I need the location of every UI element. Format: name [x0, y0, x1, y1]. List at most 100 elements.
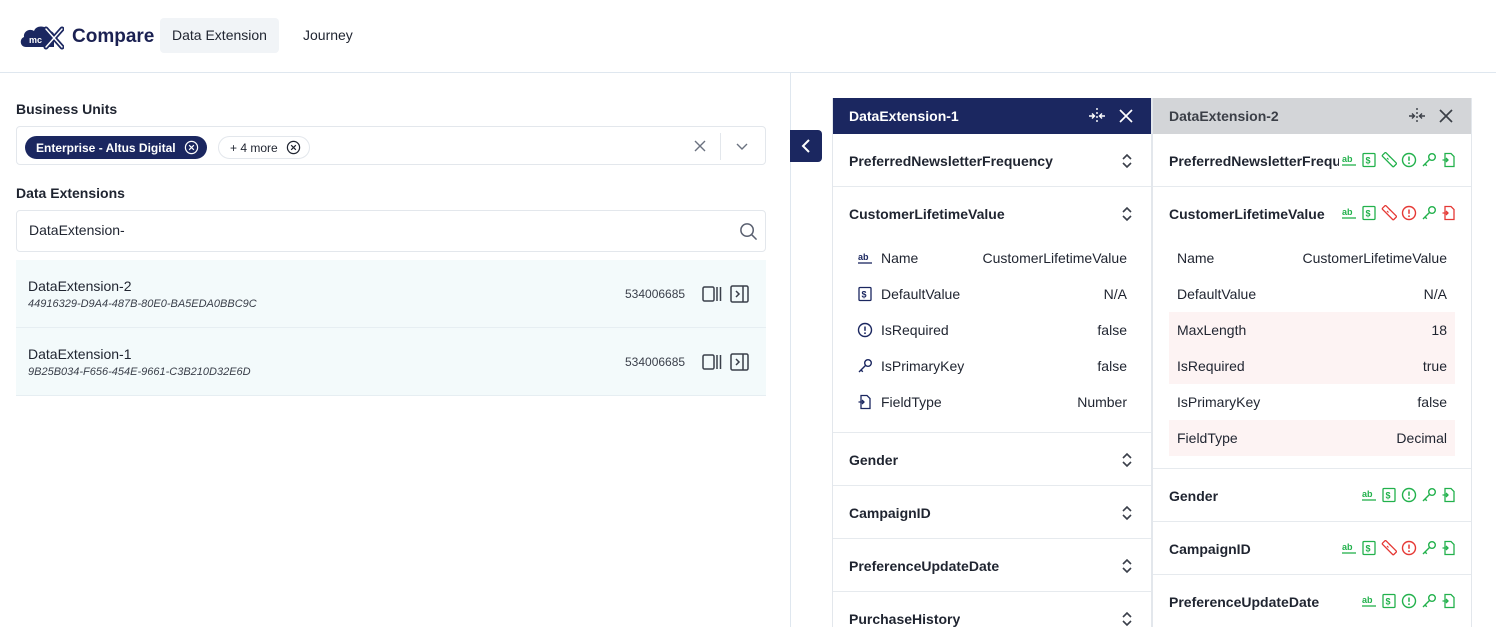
property-label: Name — [881, 250, 919, 266]
collapse-toggle-icon[interactable] — [1121, 206, 1133, 222]
property-value: 18 — [1431, 322, 1447, 338]
tab-journey[interactable]: Journey — [291, 18, 365, 53]
list-item[interactable]: DataExtension-1 9B25B034-F656-454E-9661-… — [16, 328, 766, 396]
field-name: PreferredNewsletterFrequency — [849, 153, 1053, 169]
expand-toggle-icon[interactable] — [1121, 153, 1133, 169]
close-icon[interactable] — [1118, 108, 1134, 124]
record-count: 534006685 — [625, 287, 686, 301]
expand-toggle-icon[interactable] — [1121, 611, 1133, 627]
compare-panel-left: DataExtension-1 PreferredNewsletterFrequ… — [832, 98, 1152, 627]
select-separator — [720, 133, 721, 160]
default-match-icon — [1361, 205, 1377, 221]
status-icons — [1341, 205, 1457, 221]
more-units-chip: + 4 more — [218, 136, 310, 159]
property-label: FieldType — [881, 394, 942, 410]
property-value: CustomerLifetimeValue — [1302, 250, 1447, 266]
type-match-icon — [1441, 152, 1457, 168]
open-panel-icon[interactable] — [730, 353, 750, 371]
collapse-all-icon[interactable] — [1088, 108, 1106, 124]
close-icon[interactable] — [1438, 108, 1454, 124]
panel-header: DataExtension-1 — [833, 98, 1151, 134]
search-input[interactable] — [29, 222, 709, 238]
property-value: N/A — [1423, 286, 1447, 302]
name-match-icon — [1341, 540, 1357, 556]
length-diff-icon — [1381, 540, 1397, 556]
field-row[interactable]: PreferenceUpdateDate — [833, 539, 1151, 592]
field-expanded: CustomerLifetimeValue Name CustomerLifet… — [833, 187, 1151, 433]
required-match-icon — [1401, 152, 1417, 168]
default-match-icon — [1361, 152, 1377, 168]
key-match-icon — [1421, 593, 1437, 609]
list-item[interactable]: DataExtension-2 44916329-D9A4-487B-80E0-… — [16, 260, 766, 328]
property-label: IsRequired — [881, 322, 949, 338]
expand-toggle-icon[interactable] — [1121, 505, 1133, 521]
field-row[interactable]: CampaignID — [833, 486, 1151, 539]
name-match-icon — [1361, 593, 1377, 609]
data-extension-list: DataExtension-2 44916329-D9A4-487B-80E0-… — [16, 260, 766, 396]
name-match-icon — [1361, 487, 1377, 503]
remove-chip-icon[interactable] — [184, 140, 199, 155]
property-value: false — [1097, 358, 1127, 374]
property-value: CustomerLifetimeValue — [982, 250, 1127, 266]
default-match-icon — [1361, 540, 1377, 556]
text-type-icon — [857, 250, 873, 266]
tab-data-extension[interactable]: Data Extension — [160, 18, 279, 53]
type-diff-icon — [1441, 205, 1457, 221]
field-row[interactable]: CampaignID — [1153, 522, 1471, 575]
app-header: mc Compare Data Extension Journey — [0, 0, 1496, 73]
property-label: DefaultValue — [1177, 286, 1257, 302]
business-units-select[interactable]: Enterprise - Altus Digital + 4 more — [16, 126, 766, 165]
expand-toggle-icon[interactable] — [1121, 452, 1133, 468]
search-box — [16, 210, 766, 252]
search-icon[interactable] — [739, 222, 758, 241]
clear-selection-icon[interactable] — [693, 139, 707, 153]
field-type-icon — [857, 394, 873, 410]
open-panel-icon[interactable] — [730, 285, 750, 303]
svg-text:mc: mc — [29, 35, 42, 45]
business-unit-chip-label: Enterprise - Altus Digital — [36, 140, 176, 155]
property-row-diff: IsRequired true — [1169, 348, 1455, 384]
required-match-icon — [1401, 487, 1417, 503]
more-units-label: + 4 more — [230, 140, 278, 155]
field-row[interactable]: PreferredNewsletterFrequency — [1153, 134, 1471, 187]
data-extension-id: 9B25B034-F656-454E-9661-C3B210D32E6D — [28, 366, 251, 378]
field-name: Gender — [1169, 488, 1219, 504]
expand-toggle-icon[interactable] — [1121, 558, 1133, 574]
field-name[interactable]: CustomerLifetimeValue — [849, 187, 1109, 240]
data-extensions-label: Data Extensions — [16, 185, 125, 201]
collapse-all-icon[interactable] — [1408, 108, 1426, 124]
field-name: CampaignID — [849, 505, 931, 521]
data-extension-name: DataExtension-2 — [28, 278, 132, 294]
remove-chip-icon[interactable] — [286, 140, 301, 155]
panel-header: DataExtension-2 — [1153, 98, 1471, 134]
field-row[interactable]: Gender — [1153, 469, 1471, 522]
property-label: IsPrimaryKey — [1177, 394, 1261, 410]
default-match-icon — [1381, 487, 1397, 503]
data-extension-name: DataExtension-1 — [28, 346, 132, 362]
property-row: IsPrimaryKey false — [1169, 384, 1455, 420]
compare-view-icon[interactable] — [702, 353, 722, 371]
collapse-panel-button[interactable] — [790, 130, 822, 162]
property-value: false — [1097, 322, 1127, 338]
field-name[interactable]: CustomerLifetimeValue — [1169, 187, 1339, 240]
field-name: PreferredNewsletterFrequency — [1169, 153, 1339, 169]
record-count: 534006685 — [625, 355, 686, 369]
chevron-down-icon[interactable] — [735, 139, 749, 153]
property-value: N/A — [1103, 286, 1127, 302]
property-row: Name CustomerLifetimeValue — [1169, 240, 1455, 276]
field-row[interactable]: PreferenceUpdateDate — [1153, 575, 1471, 627]
type-match-icon — [1441, 540, 1457, 556]
app-title: Compare — [72, 26, 155, 47]
business-unit-chip: Enterprise - Altus Digital — [25, 136, 207, 159]
status-icons — [1341, 540, 1457, 556]
data-extension-id: 44916329-D9A4-487B-80E0-BA5EDA0BBC9C — [28, 298, 257, 310]
default-value-icon — [857, 286, 873, 302]
compare-view-icon[interactable] — [702, 285, 722, 303]
property-row: IsPrimaryKey false — [833, 348, 1151, 384]
status-icons — [1341, 152, 1457, 168]
type-match-icon — [1441, 487, 1457, 503]
field-row[interactable]: PurchaseHistory — [833, 592, 1151, 627]
field-row[interactable]: Gender — [833, 433, 1151, 486]
field-row[interactable]: PreferredNewsletterFrequency — [833, 134, 1151, 187]
field-name: PreferenceUpdateDate — [849, 558, 1000, 574]
